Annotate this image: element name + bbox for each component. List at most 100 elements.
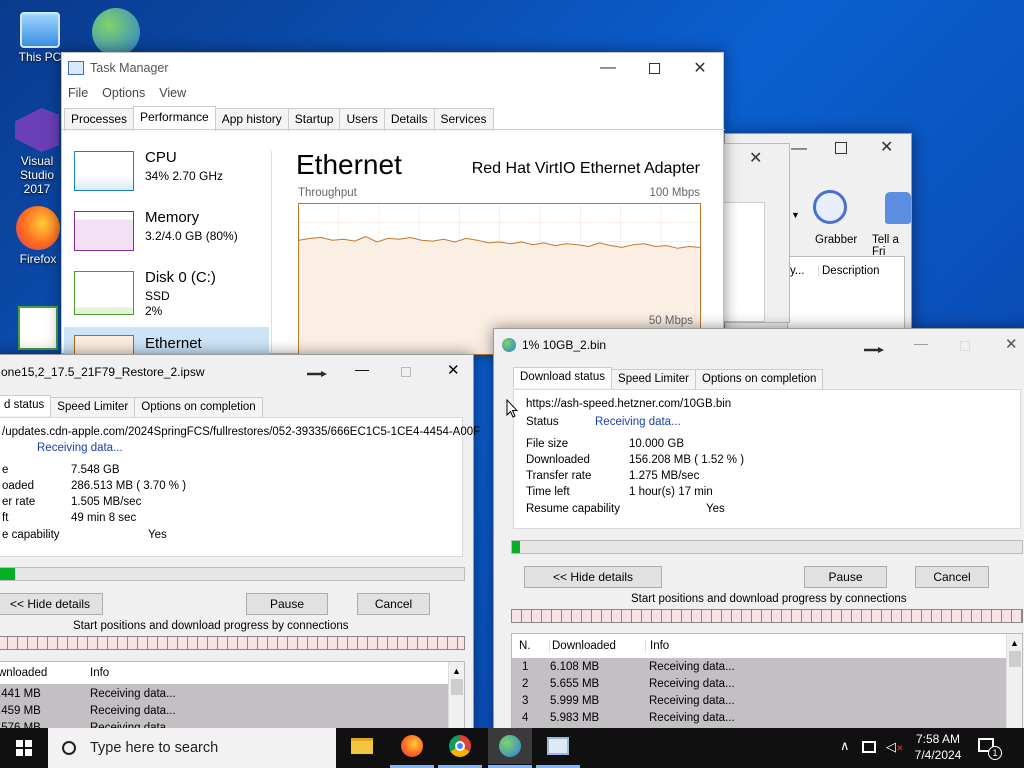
tab-download-status[interactable]: Download status <box>513 367 613 388</box>
file-list[interactable]: y... Description <box>787 256 905 334</box>
scrollbar[interactable]: ▲ <box>1006 634 1022 734</box>
notepad-desktop-icon[interactable] <box>18 306 58 350</box>
menu-file[interactable]: File <box>68 86 88 100</box>
perf-item-sub: 3.2/4.0 GB (80%) <box>145 229 238 243</box>
idm-taskbar-button[interactable] <box>488 728 532 764</box>
table-row: 5.655 MB <box>550 678 600 690</box>
perf-item-name: Ethernet <box>145 335 202 352</box>
maximize-icon <box>960 341 970 351</box>
close-icon[interactable]: ✕ <box>1005 335 1018 353</box>
minimize-icon[interactable]: — <box>914 335 928 351</box>
grabber-label[interactable]: Grabber <box>815 234 857 246</box>
pause-button[interactable]: Pause <box>246 593 328 615</box>
column-header-n[interactable]: N. <box>519 640 531 652</box>
cancel-button[interactable]: Cancel <box>915 566 989 588</box>
download-dialog-10gb[interactable]: 1% 10GB_2.bin — ✕ Download status Speed … <box>493 328 1024 734</box>
clock[interactable]: 7:58 AM 7/4/2024 <box>910 731 966 763</box>
tab-speed-limiter[interactable]: Speed Limiter <box>50 397 136 418</box>
tab-startup[interactable]: Startup <box>287 108 341 131</box>
graph-mid-label: 50 Mbps <box>648 315 693 327</box>
connections-table[interactable]: wnloaded Info .441 MB Receiving data... … <box>0 661 465 736</box>
table-row: Receiving data... <box>90 705 176 717</box>
pause-button[interactable]: Pause <box>804 566 887 588</box>
hide-details-button[interactable]: << Hide details <box>524 566 662 588</box>
tab-app-history[interactable]: App history <box>214 108 289 131</box>
chevron-up-icon[interactable]: ∧ <box>840 738 850 754</box>
field-value: 1.505 MB/sec <box>71 496 142 508</box>
idm-desktop-icon[interactable] <box>92 8 140 56</box>
table-row: Receiving data... <box>649 695 735 707</box>
maximize-icon <box>401 367 411 377</box>
menu-view[interactable]: View <box>159 86 186 100</box>
scrollbar[interactable]: ▲ <box>448 662 464 736</box>
close-icon[interactable]: ✕ <box>749 148 762 168</box>
close-icon[interactable]: ✕ <box>677 53 723 83</box>
perf-item-sub: SSD <box>145 289 170 303</box>
dialog-title: 1% 10GB_2.bin <box>522 338 607 352</box>
firefox-taskbar-button[interactable] <box>390 728 434 764</box>
connections-table[interactable]: N. Downloaded Info 1 6.108 MB Receiving … <box>511 633 1023 734</box>
status-text: Receiving data... <box>37 442 123 454</box>
file-explorer-button[interactable] <box>340 728 384 764</box>
clock-date: 7/4/2024 <box>914 748 962 762</box>
column-header-left[interactable]: y... <box>790 265 804 277</box>
start-button[interactable] <box>0 728 48 768</box>
column-header-downloaded[interactable]: wnloaded <box>0 667 47 679</box>
maximize-icon[interactable] <box>835 142 847 154</box>
firefox-icon <box>16 206 60 250</box>
minimize-icon[interactable]: — <box>355 361 369 377</box>
close-icon[interactable]: ✕ <box>447 361 460 379</box>
close-icon[interactable]: ✕ <box>880 137 893 157</box>
field-value: 49 min 8 sec <box>71 512 137 524</box>
volume-muted-icon[interactable]: ◁✕ <box>886 739 904 755</box>
tab-options-completion[interactable]: Options on completion <box>695 369 824 390</box>
dropdown-arrow-icon[interactable]: ▼ <box>791 210 800 220</box>
tab-speed-limiter[interactable]: Speed Limiter <box>611 369 696 390</box>
scroll-up-icon[interactable]: ▲ <box>1007 638 1022 648</box>
status-label: Status <box>526 416 559 428</box>
field-label: e capability <box>2 529 60 541</box>
menu-options[interactable]: Options <box>102 86 145 100</box>
column-header-info[interactable]: Info <box>90 667 109 679</box>
minimize-icon[interactable]: — <box>791 140 807 158</box>
tab-performance[interactable]: Performance <box>133 106 216 129</box>
minimize-icon[interactable]: — <box>585 53 631 83</box>
column-header-info[interactable]: Info <box>645 640 669 652</box>
tab-details[interactable]: Details <box>383 108 435 131</box>
notification-center-button[interactable]: 1 <box>978 736 1002 760</box>
cancel-button[interactable]: Cancel <box>357 593 430 615</box>
tab-options-completion[interactable]: Options on completion <box>134 397 263 418</box>
task-manager-taskbar-button[interactable] <box>536 728 580 764</box>
perf-item-cpu[interactable]: CPU 34% 2.70 GHz <box>74 149 264 193</box>
table-row: 5.983 MB <box>550 712 600 724</box>
table-row: Receiving data... <box>649 661 735 673</box>
scroll-up-icon[interactable]: ▲ <box>449 666 464 676</box>
perf-item-ethernet[interactable]: Ethernet <box>64 327 269 357</box>
perf-item-disk[interactable]: Disk 0 (C:) SSD 2% <box>74 269 264 323</box>
perf-item-sub: 34% 2.70 GHz <box>145 169 224 183</box>
computer-icon <box>20 12 60 48</box>
maximize-icon[interactable] <box>631 53 677 83</box>
field-value: 1.275 MB/sec <box>629 470 700 482</box>
task-manager-window[interactable]: Task Manager — ✕ File Options View Proce… <box>61 52 725 357</box>
tab-services[interactable]: Services <box>433 108 494 131</box>
tab-processes[interactable]: Processes <box>64 108 135 131</box>
tab-download-status[interactable]: d status <box>0 395 52 416</box>
hide-details-button[interactable]: << Hide details <box>0 593 103 615</box>
network-icon[interactable] <box>862 741 876 753</box>
table-row: 5.999 MB <box>550 695 600 707</box>
tab-users[interactable]: Users <box>339 108 385 131</box>
perf-item-memory[interactable]: Memory 3.2/4.0 GB (80%) <box>74 209 264 253</box>
search-box[interactable]: Type here to search <box>48 728 336 768</box>
column-header-description[interactable]: Description <box>818 265 880 277</box>
download-dialog-ipsw[interactable]: one15,2_17.5_21F79_Restore_2.ipsw — ✕ d … <box>0 354 480 736</box>
idm-small-icon <box>502 338 516 352</box>
status-panel: https://ash-speed.hetzner.com/10GB.bin S… <box>513 389 1021 529</box>
thumbs-up-icon[interactable] <box>885 192 911 224</box>
field-label: er rate <box>2 496 36 508</box>
chrome-taskbar-button[interactable] <box>438 728 482 764</box>
tell-friend-label[interactable]: Tell a Fri <box>872 234 911 258</box>
grabber-icon[interactable] <box>813 190 847 224</box>
task-manager-tabs: Processes Performance App history Startu… <box>64 106 494 131</box>
column-header-downloaded[interactable]: Downloaded <box>549 640 616 652</box>
